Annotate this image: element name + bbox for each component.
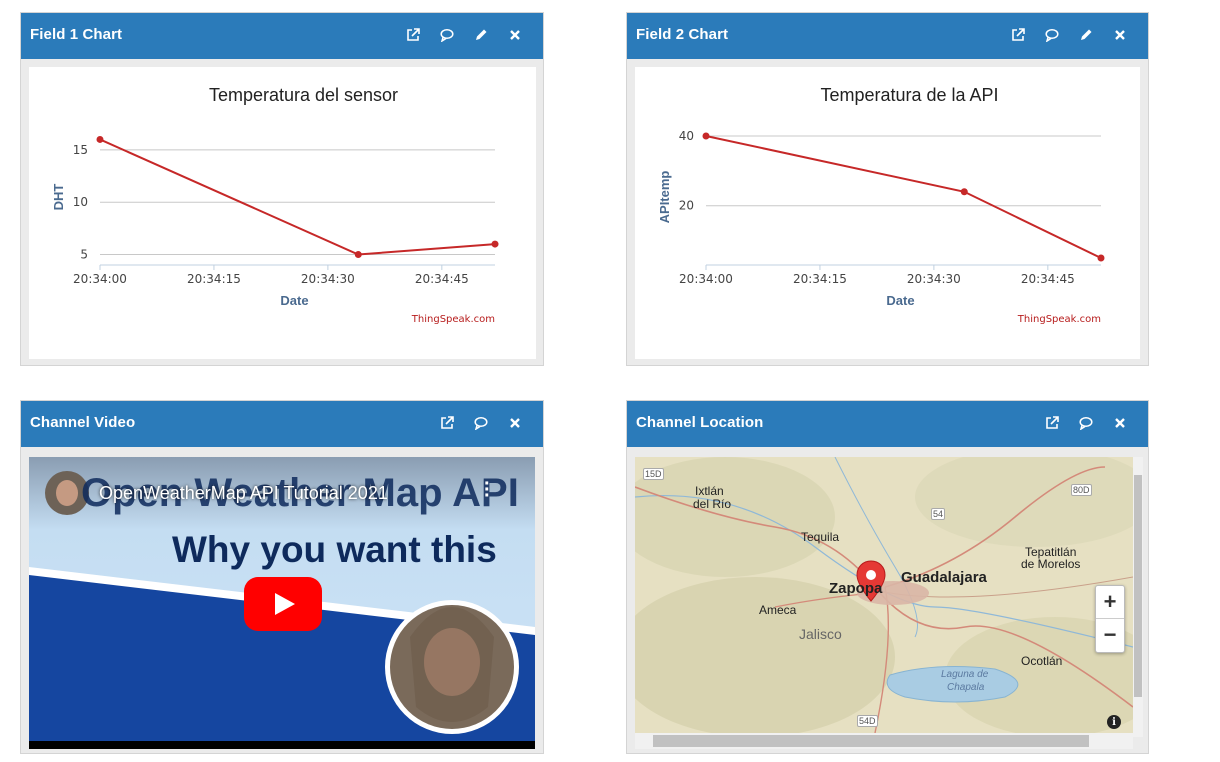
data-point	[702, 132, 710, 140]
info-icon[interactable]: i	[1107, 715, 1121, 729]
location-panel-header: Channel Location	[627, 401, 1148, 447]
field2-line-chart: Temperatura de la API 20 40 20:34:00 20:34:1…	[657, 85, 1105, 325]
zoom-out-button[interactable]: −	[1096, 619, 1124, 651]
y-tick-label: 5	[80, 248, 88, 262]
close-icon[interactable]	[1110, 413, 1130, 433]
chart-credit: ThingSpeak.com	[1017, 314, 1101, 325]
x-tick-label: 20:34:30	[907, 272, 961, 286]
data-point	[491, 240, 499, 248]
x-tick-label: 20:34:45	[1021, 272, 1075, 286]
video-panel-header: Channel Video	[21, 401, 543, 447]
chart-credit: ThingSpeak.com	[411, 314, 495, 325]
youtube-play-icon[interactable]	[244, 577, 322, 631]
map-label-jalisco: Jalisco	[799, 626, 842, 642]
map-label-tepatitlan-2: de Morelos	[1021, 557, 1081, 571]
external-link-icon[interactable]	[403, 25, 423, 45]
field1-line-chart: Temperatura del sensor 5 10 15 20:34:00 20:34…	[51, 85, 499, 325]
field1-panel-header: Field 1 Chart	[21, 13, 543, 59]
x-axis-label: Date	[280, 293, 308, 308]
x-tick-label: 20:34:30	[301, 272, 355, 286]
y-tick-label: 40	[679, 129, 694, 143]
comment-icon[interactable]	[437, 25, 457, 45]
y-axis-label: APItemp	[657, 171, 672, 224]
chart-title: Temperatura de la API	[820, 85, 998, 105]
location-map[interactable]: Guadalajara Zapopa Tequila Ixtlán del Rí…	[635, 457, 1133, 733]
x-tick-label: 20:34:00	[679, 272, 733, 286]
map-label-ixtlan-1: Ixtlán	[695, 484, 724, 498]
field1-chart-panel: Field 1 Chart Temperatura del sensor 5 10 1…	[20, 12, 544, 366]
comment-icon[interactable]	[1076, 413, 1096, 433]
video-player[interactable]: Open Weather Map API OpenWeatherMap API …	[29, 457, 535, 749]
field2-panel-header: Field 2 Chart	[627, 13, 1148, 59]
field2-chart-panel: Field 2 Chart Temperatura de la API 20 40 2…	[626, 12, 1149, 366]
road-shield-80d: 80D	[1071, 484, 1092, 496]
road-shield-54: 54	[931, 508, 946, 520]
location-panel-title: Channel Location	[636, 414, 764, 431]
map-label-laguna-2: Chapala	[947, 682, 985, 693]
x-tick-label: 20:34:15	[187, 272, 241, 286]
map-label-laguna-1: Laguna de	[941, 669, 989, 680]
external-link-icon[interactable]	[1042, 413, 1062, 433]
field2-panel-title: Field 2 Chart	[636, 26, 729, 43]
data-point	[960, 188, 968, 196]
map-label-tequila: Tequila	[801, 530, 840, 544]
field2-chart-area: Temperatura de la API 20 40 20:34:00 20:34:1…	[635, 67, 1140, 359]
video-panel-title: Channel Video	[30, 414, 136, 431]
map-horizontal-scrollbar[interactable]	[635, 733, 1133, 749]
map-vertical-scrollbar[interactable]	[1133, 457, 1143, 737]
channel-video-panel: Channel Video Open Weather Map API OpenW…	[20, 400, 544, 754]
more-options-icon[interactable]: · · ·	[484, 474, 492, 506]
channel-location-panel: Channel Location Guadalajara Zapopa Tequ…	[626, 400, 1149, 754]
comment-icon[interactable]	[1042, 25, 1062, 45]
x-tick-label: 20:34:00	[73, 272, 127, 286]
x-axis-label: Date	[886, 293, 914, 308]
video-title[interactable]: OpenWeatherMap API Tutorial 2021	[99, 483, 388, 504]
close-icon[interactable]	[505, 25, 525, 45]
external-link-icon[interactable]	[437, 413, 457, 433]
data-point	[1097, 254, 1105, 262]
data-point	[354, 251, 362, 259]
map-label-ocotlan: Ocotlán	[1021, 654, 1063, 668]
close-icon[interactable]	[505, 413, 525, 433]
pencil-icon[interactable]	[471, 25, 491, 45]
field1-panel-title: Field 1 Chart	[30, 26, 123, 43]
map-label-zapopan: Zapopa	[829, 580, 883, 597]
thumbnail-subheading: Why you want this	[172, 529, 497, 570]
pencil-icon[interactable]	[1076, 25, 1096, 45]
road-shield-15d: 15D	[643, 468, 664, 480]
x-tick-label: 20:34:45	[415, 272, 469, 286]
y-axis-label: DHT	[51, 184, 66, 211]
field1-chart-area: Temperatura del sensor 5 10 15 20:34:00 20:34…	[29, 67, 536, 359]
chart-title: Temperatura del sensor	[209, 85, 398, 105]
y-tick-label: 20	[679, 199, 694, 213]
map-zoom-control: + −	[1095, 585, 1125, 653]
map-label-ixtlan-2: del Río	[693, 497, 732, 511]
external-link-icon[interactable]	[1008, 25, 1028, 45]
road-shield-54d: 54D	[857, 715, 878, 727]
map-label-ameca: Ameca	[759, 603, 797, 617]
y-tick-label: 10	[73, 195, 88, 209]
series-line	[705, 134, 1102, 259]
series-line	[99, 138, 496, 256]
comment-icon[interactable]	[471, 413, 491, 433]
y-tick-label: 15	[73, 143, 88, 157]
x-tick-label: 20:34:15	[793, 272, 847, 286]
zoom-in-button[interactable]: +	[1096, 586, 1124, 619]
map-label-guadalajara: Guadalajara	[901, 569, 987, 586]
close-icon[interactable]	[1110, 25, 1130, 45]
data-point	[96, 135, 104, 143]
